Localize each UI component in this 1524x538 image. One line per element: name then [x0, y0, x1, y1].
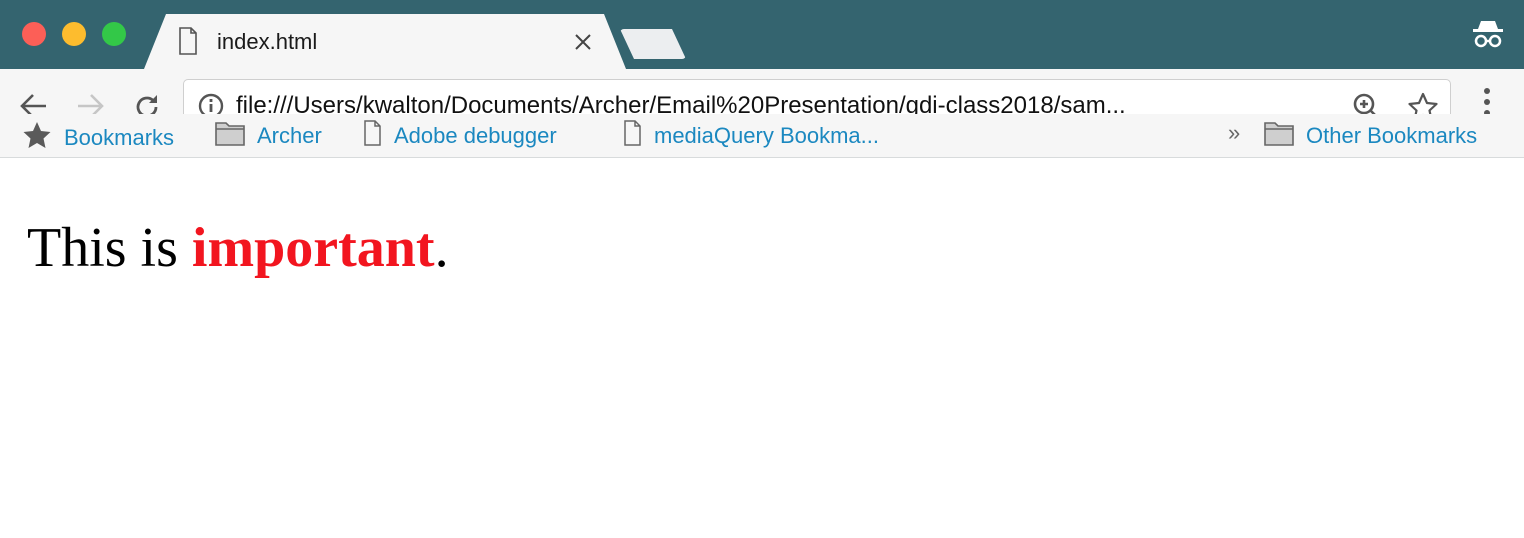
bookmark-label: Other Bookmarks [1306, 122, 1478, 148]
paragraph-period: . [434, 217, 449, 279]
page-icon [178, 27, 198, 60]
bookmark-item-mediaquery[interactable]: mediaQuery Bookma... [624, 120, 879, 151]
page-icon [364, 120, 382, 151]
tab-title: index.html [217, 29, 318, 54]
close-tab-icon[interactable] [573, 32, 593, 57]
incognito-icon [1470, 17, 1506, 56]
star-icon [22, 120, 52, 155]
bookmarks-bar: Bookmarks Archer Adobe debugger mediaQue… [0, 114, 1524, 158]
bookmark-label: mediaQuery Bookma... [654, 122, 879, 148]
page-icon [624, 120, 642, 151]
maximize-window-button[interactable] [102, 22, 126, 46]
folder-icon [215, 120, 245, 151]
bookmark-item-adobe-debugger[interactable]: Adobe debugger [364, 120, 557, 151]
page-paragraph: This is important. [27, 216, 449, 280]
bookmark-label: Adobe debugger [394, 122, 557, 148]
bookmark-item-other-bookmarks[interactable]: Other Bookmarks [1264, 120, 1477, 151]
bookmark-label: Bookmarks [64, 124, 175, 150]
bookmark-item-bookmarks[interactable]: Bookmarks [22, 120, 174, 155]
bookmark-label: Archer [257, 122, 322, 148]
bookmark-item-archer[interactable]: Archer [215, 120, 322, 151]
paragraph-text: This is [27, 217, 192, 279]
close-window-button[interactable] [22, 22, 46, 46]
important-text: important [191, 217, 435, 279]
window-titlebar: index.html [0, 0, 1524, 69]
folder-icon [1264, 120, 1294, 151]
bookmarks-overflow-button[interactable]: » [1228, 120, 1240, 146]
new-tab-button[interactable] [620, 29, 686, 59]
browser-tab[interactable]: index.html [144, 14, 626, 69]
minimize-window-button[interactable] [62, 22, 86, 46]
